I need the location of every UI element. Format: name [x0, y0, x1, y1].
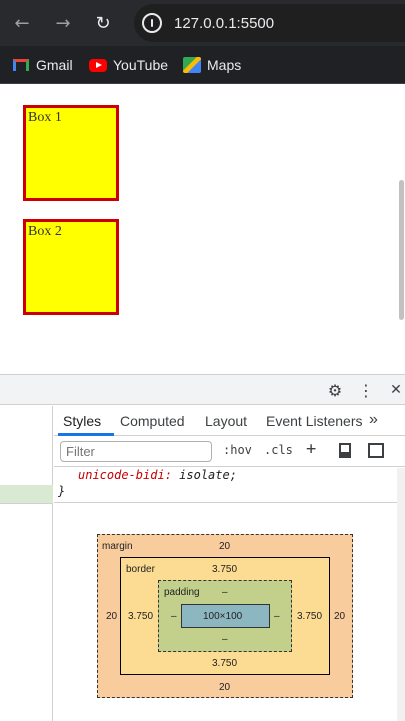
forward-button[interactable]: →	[51, 11, 75, 35]
hov-toggle[interactable]: :hov	[223, 443, 252, 457]
styles-filter-bar: :hov .cls +	[54, 437, 405, 467]
bookmarks-bar: Gmail YouTube Maps	[0, 46, 405, 84]
gmail-icon	[12, 57, 30, 73]
toggle-sidebar-icon[interactable]	[368, 443, 384, 458]
border-top-value[interactable]: 3.750	[212, 564, 237, 575]
scrollbar-track[interactable]	[397, 468, 405, 721]
content-size-value[interactable]: 100×100	[203, 611, 242, 622]
css-value: isolate;	[179, 468, 237, 482]
margin-left-value[interactable]: 20	[106, 611, 117, 622]
scrollbar-thumb[interactable]	[399, 180, 404, 320]
close-icon[interactable]: ✕	[385, 379, 405, 401]
more-tabs-icon[interactable]: »	[369, 411, 378, 429]
box-2: Box 2	[23, 219, 119, 315]
border-right-value[interactable]: 3.750	[297, 611, 322, 622]
margin-bottom-value[interactable]: 20	[219, 682, 230, 693]
cls-toggle[interactable]: .cls	[264, 443, 293, 457]
page-viewport: Box 1 Box 2	[0, 84, 405, 374]
tab-styles[interactable]: Styles	[63, 413, 101, 429]
border-bottom-value[interactable]: 3.750	[212, 658, 237, 669]
bookmark-youtube[interactable]: YouTube	[89, 54, 168, 76]
box-label: Box 2	[28, 224, 62, 239]
padding-bottom-value[interactable]: –	[222, 634, 228, 645]
reload-button[interactable]: ↻	[91, 11, 115, 35]
tab-layout[interactable]: Layout	[205, 413, 247, 429]
elements-tree-pane[interactable]	[0, 406, 53, 721]
bookmark-gmail[interactable]: Gmail	[12, 54, 73, 76]
browser-toolbar: ← → ↻ 127.0.0.1:5500	[0, 0, 405, 46]
sidebar-tabs: Styles Computed Layout Event Listeners »	[54, 406, 405, 436]
bookmark-label: YouTube	[113, 57, 169, 73]
maps-icon	[183, 57, 201, 73]
devtools-topbar: ⚙ ⋮ ✕	[0, 375, 405, 405]
more-options-icon[interactable]: ⋮	[355, 379, 377, 401]
active-tab-indicator	[58, 433, 114, 436]
back-button[interactable]: ←	[10, 11, 34, 35]
divider	[0, 503, 53, 504]
forward-arrow-icon: →	[55, 12, 71, 34]
youtube-icon	[89, 58, 107, 72]
margin-top-value[interactable]: 20	[219, 541, 230, 552]
back-arrow-icon: ←	[14, 12, 30, 34]
padding-label: padding	[164, 587, 200, 598]
tab-event-listeners[interactable]: Event Listeners	[266, 413, 363, 429]
padding-left-value[interactable]: –	[171, 611, 177, 622]
margin-label: margin	[102, 541, 133, 552]
border-label: border	[126, 564, 155, 575]
bookmark-label: Maps	[207, 57, 242, 73]
selected-node-highlight[interactable]	[0, 485, 53, 503]
settings-gear-icon[interactable]: ⚙	[324, 379, 346, 401]
filter-input[interactable]	[60, 441, 212, 462]
new-rule-button[interactable]: +	[306, 439, 316, 459]
border-left-value[interactable]: 3.750	[128, 611, 153, 622]
box-label: Box 1	[28, 110, 62, 125]
padding-top-value[interactable]: –	[222, 587, 228, 598]
bookmark-label: Gmail	[36, 57, 73, 73]
css-property: unicode-bidi:	[78, 468, 172, 482]
closing-brace: }	[58, 484, 66, 498]
tab-computed[interactable]: Computed	[120, 413, 185, 429]
address-bar[interactable]: 127.0.0.1:5500	[134, 4, 405, 42]
site-info-icon[interactable]	[142, 13, 162, 33]
padding-right-value[interactable]: –	[274, 611, 280, 622]
css-declaration[interactable]: unicode-bidi: isolate;	[78, 468, 237, 482]
divider	[54, 502, 397, 503]
reload-icon: ↻	[95, 12, 111, 34]
paint-brush-icon[interactable]	[339, 443, 351, 458]
url-text: 127.0.0.1:5500	[174, 15, 275, 32]
bookmark-maps[interactable]: Maps	[183, 54, 241, 76]
margin-right-value[interactable]: 20	[334, 611, 345, 622]
box-1: Box 1	[23, 105, 119, 201]
